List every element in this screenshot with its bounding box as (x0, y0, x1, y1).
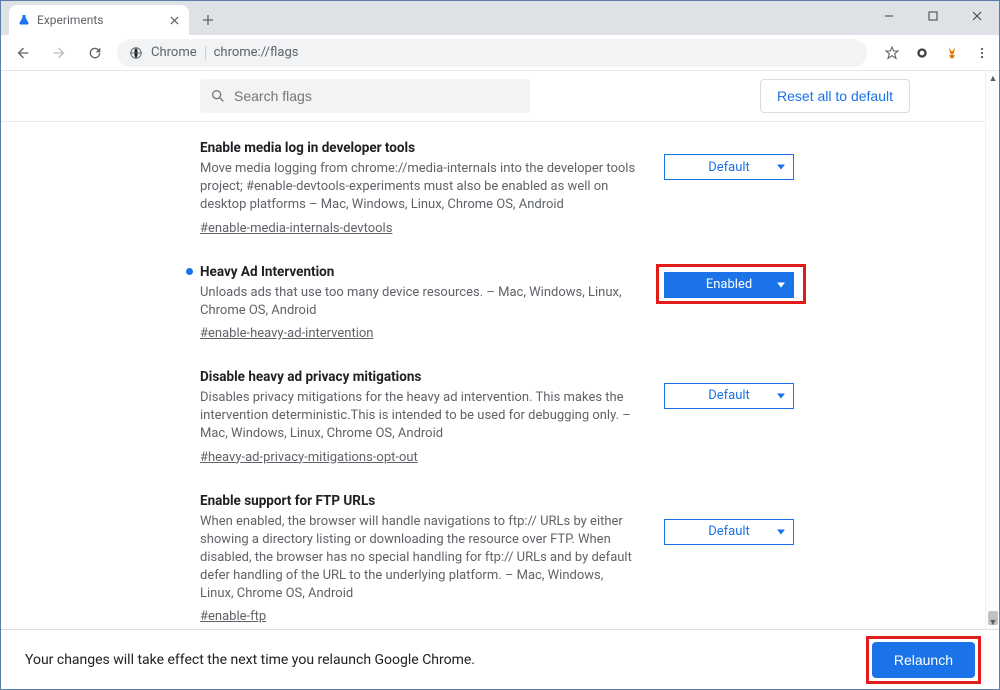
search-input[interactable] (234, 88, 520, 104)
flags-header: Reset all to default (1, 71, 999, 122)
flag-hash-link[interactable]: #enable-heavy-ad-intervention (200, 326, 373, 341)
address-bar[interactable]: Chrome chrome://flags (117, 39, 867, 67)
browser-tab[interactable]: Experiments (9, 5, 189, 35)
flag-description: Unloads ads that use too many device res… (200, 284, 640, 320)
flag-select-value: Default (708, 524, 750, 539)
search-icon (210, 88, 226, 104)
flag-item: Heavy Ad Intervention Unloads ads that u… (200, 250, 800, 355)
maximize-button[interactable] (911, 1, 955, 31)
omnibox-origin: Chrome (151, 45, 197, 60)
scroll-down-icon[interactable]: ▼ (986, 615, 999, 629)
tab-title: Experiments (37, 13, 104, 27)
window-titlebar: Experiments (1, 1, 999, 35)
flag-description: Move media logging from chrome://media-i… (200, 160, 640, 215)
flag-description: Disables privacy mitigations for the hea… (200, 389, 640, 444)
menu-icon[interactable] (973, 44, 991, 62)
window-controls (867, 1, 999, 31)
flag-hash-link[interactable]: #enable-ftp (200, 609, 266, 624)
flag-item: Enable media log in developer tools Move… (200, 126, 800, 250)
omnibox-divider (205, 46, 206, 60)
flag-title: Enable media log in developer tools (200, 140, 640, 156)
omnibox-url: chrome://flags (214, 45, 299, 60)
minimize-button[interactable] (867, 1, 911, 31)
close-window-button[interactable] (955, 1, 999, 31)
flag-item: Disable heavy ad privacy mitigations Dis… (200, 355, 800, 479)
flag-description: When enabled, the browser will handle na… (200, 513, 640, 604)
browser-toolbar: Chrome chrome://flags (1, 35, 999, 71)
flag-select-value: Default (708, 388, 750, 403)
extension-icon[interactable] (913, 44, 931, 62)
search-flags-box[interactable] (200, 79, 530, 113)
profile-icon[interactable] (943, 44, 961, 62)
flag-item: Enable support for FTP URLs When enabled… (200, 479, 800, 630)
page-content: Reset all to default Enable media log in… (1, 71, 999, 629)
highlight-box (866, 636, 981, 684)
chevron-down-icon (777, 393, 785, 398)
flag-select[interactable]: Default (664, 383, 794, 409)
flag-hash-link[interactable]: #heavy-ad-privacy-mitigations-opt-out (200, 450, 418, 465)
flag-title: Disable heavy ad privacy mitigations (200, 369, 640, 385)
relaunch-footer: Your changes will take effect the next t… (1, 629, 999, 689)
chevron-down-icon (777, 165, 785, 170)
chevron-down-icon (777, 282, 785, 287)
flag-hash-link[interactable]: #enable-media-internals-devtools (200, 221, 392, 236)
flag-select-value: Enabled (706, 277, 752, 292)
chevron-down-icon (777, 529, 785, 534)
forward-button[interactable] (45, 39, 73, 67)
scroll-up-icon[interactable]: ▲ (986, 71, 999, 85)
footer-message: Your changes will take effect the next t… (25, 652, 475, 668)
flag-title: Heavy Ad Intervention (200, 264, 640, 280)
reset-all-button[interactable]: Reset all to default (760, 79, 910, 113)
new-tab-button[interactable] (195, 7, 221, 33)
flag-select[interactable]: Default (664, 519, 794, 545)
site-info-icon[interactable] (129, 46, 143, 60)
flag-select[interactable]: Default (664, 154, 794, 180)
close-icon[interactable] (169, 15, 179, 25)
vertical-scrollbar[interactable]: ▲ ▼ (985, 71, 999, 629)
modified-dot-icon (186, 268, 193, 275)
flask-icon (17, 13, 31, 27)
back-button[interactable] (9, 39, 37, 67)
flags-list: Enable media log in developer tools Move… (200, 122, 800, 629)
bookmark-star-icon[interactable] (883, 44, 901, 62)
flag-select-value: Default (708, 160, 750, 175)
flag-title: Enable support for FTP URLs (200, 493, 640, 509)
flag-select[interactable]: Enabled (664, 272, 794, 298)
reload-button[interactable] (81, 39, 109, 67)
